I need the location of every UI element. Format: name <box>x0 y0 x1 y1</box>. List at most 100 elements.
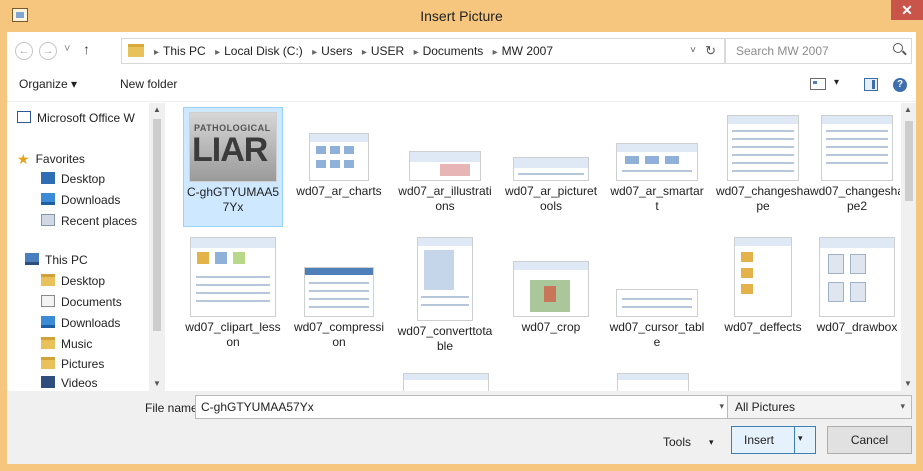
preview-pane-icon[interactable] <box>864 78 878 91</box>
thumbnail-block <box>850 254 866 274</box>
breadcrumb-user[interactable]: USER <box>371 44 404 58</box>
chevron-down-icon[interactable]: ▾ <box>719 401 724 412</box>
chevron-down-icon[interactable]: ˅ <box>690 45 696 56</box>
nav-item-pictures[interactable]: Pictures <box>41 357 104 371</box>
nav-item-label: Downloads <box>61 193 121 207</box>
file-item[interactable]: wd07_cursor_table <box>607 237 707 350</box>
file-name: wd07_crop <box>521 320 581 334</box>
image-thumbnail[interactable] <box>617 373 689 391</box>
breadcrumb-users[interactable]: Users <box>321 44 352 58</box>
organize-button[interactable]: Organize ▾ <box>19 77 77 91</box>
scrollbar-thumb[interactable] <box>153 119 161 331</box>
address-bar[interactable]: ▸ This PC ▸ Local Disk (C:) ▸ Users ▸ USER ▸… <box>121 38 725 64</box>
thumbnail-ribbon <box>822 116 892 124</box>
file-item[interactable]: wd07_ar_picturetools <box>501 107 601 214</box>
back-arrow-icon[interactable]: ← <box>15 42 33 60</box>
nav-pane-scrollbar[interactable]: ▲ ▼ <box>149 103 165 391</box>
recent-locations-icon[interactable]: ˅ <box>64 43 70 55</box>
scroll-down-icon[interactable]: ▼ <box>153 379 161 388</box>
insert-button[interactable]: Insert ▾ <box>731 426 816 454</box>
file-item[interactable]: wd07_changeshape <box>713 107 813 214</box>
word-icon <box>17 111 31 123</box>
nav-item-videos[interactable]: Videos <box>41 376 97 390</box>
file-item[interactable]: wd07_crop <box>501 237 601 335</box>
file-name-field[interactable]: C-ghGTYUMAA57Yx ▾ <box>195 395 731 419</box>
thumbnail-line <box>421 296 469 298</box>
documents-icon <box>41 295 55 307</box>
nav-item-recent-places[interactable]: Recent places <box>41 214 137 228</box>
breadcrumb-documents[interactable]: Documents <box>423 44 484 58</box>
thumbnail-line <box>621 298 693 300</box>
file-name: wd07_ar_illustrations <box>398 184 492 213</box>
scroll-up-icon[interactable]: ▲ <box>153 105 161 114</box>
close-button[interactable]: ✕ <box>891 0 923 20</box>
file-item[interactable]: wd07_deffects <box>713 237 813 335</box>
folder-icon <box>128 44 144 57</box>
thumbnail-line <box>621 306 693 308</box>
scrollbar-thumb[interactable] <box>905 121 913 201</box>
nav-item-label: Downloads <box>61 316 121 330</box>
image-thumbnail <box>821 115 893 181</box>
file-item[interactable]: wd07_clipart_lesson <box>183 237 283 350</box>
scroll-up-icon[interactable]: ▲ <box>904 105 912 114</box>
file-list: PATHOLOGICAL LIAR C-ghGTYUMAA57Yx wd07_a… <box>167 103 900 391</box>
file-type-select[interactable]: All Pictures ▾ <box>727 395 912 419</box>
image-thumbnail[interactable] <box>403 373 489 391</box>
star-icon: ★ <box>17 151 30 167</box>
file-item[interactable]: wd07_compression <box>289 237 389 350</box>
forward-arrow-icon[interactable]: → <box>39 42 57 60</box>
change-view-icon[interactable] <box>810 78 826 90</box>
search-box[interactable]: Search MW 2007 <box>725 38 912 64</box>
nav-item-label: Favorites <box>35 152 85 166</box>
file-item[interactable]: wd07_ar_illustrations <box>395 107 495 214</box>
breadcrumb-this-pc[interactable]: This PC <box>163 44 206 58</box>
tools-chevron-icon[interactable]: ▾ <box>709 437 714 448</box>
file-item[interactable]: wd07_drawbox <box>807 237 900 335</box>
thumbnail-line <box>518 173 584 175</box>
thumbnail-block <box>440 164 470 176</box>
search-icon[interactable] <box>893 43 903 53</box>
breadcrumb-mw2007[interactable]: MW 2007 <box>502 44 553 58</box>
nav-item-label: Documents <box>61 295 122 309</box>
file-item[interactable]: wd07_converttotable <box>395 237 495 354</box>
thumbnail-line <box>421 304 469 306</box>
thumbnail-line <box>732 138 794 140</box>
thumbnail-block <box>330 146 340 154</box>
file-item[interactable]: PATHOLOGICAL LIAR C-ghGTYUMAA57Yx <box>183 107 283 227</box>
breadcrumb-separator: ▸ <box>312 47 318 58</box>
help-icon[interactable]: ? <box>893 78 907 92</box>
image-thumbnail <box>513 157 589 181</box>
nav-item-documents[interactable]: Documents <box>41 295 122 309</box>
scroll-down-icon[interactable]: ▼ <box>904 379 912 388</box>
nav-item-downloads[interactable]: Downloads <box>41 193 120 207</box>
nav-item-pc-downloads[interactable]: Downloads <box>41 316 120 330</box>
new-folder-button[interactable]: New folder <box>120 77 177 91</box>
file-item[interactable]: wd07_ar_smartart <box>607 107 707 214</box>
nav-item-desktop[interactable]: Desktop <box>41 172 105 186</box>
breadcrumb-local-disk[interactable]: Local Disk (C:) <box>224 44 303 58</box>
cancel-button[interactable]: Cancel <box>827 426 912 454</box>
thumbnail-line <box>732 162 794 164</box>
nav-item-favorites[interactable]: ★ Favorites <box>17 151 85 167</box>
nav-item-microsoft-office-word[interactable]: Microsoft Office W <box>17 111 135 125</box>
view-options-chevron-icon[interactable]: ▾ <box>834 77 839 88</box>
thumbnail-block <box>828 282 844 302</box>
search-input[interactable]: Search MW 2007 <box>736 44 829 58</box>
tools-button[interactable]: Tools <box>663 435 691 449</box>
file-list-scrollbar[interactable]: ▲ ▼ <box>901 103 916 391</box>
up-arrow-icon[interactable]: ↑ <box>83 41 90 57</box>
thumbnail-line <box>196 276 270 278</box>
insert-options-chevron-icon[interactable]: ▾ <box>798 433 803 444</box>
thumbnail-line <box>621 170 693 172</box>
nav-item-music[interactable]: Music <box>41 337 92 351</box>
chevron-down-icon[interactable]: ▾ <box>900 401 905 412</box>
nav-item-label: Videos <box>61 376 98 390</box>
nav-item-pc-desktop[interactable]: Desktop <box>41 274 105 288</box>
refresh-icon[interactable]: ↻ <box>705 43 716 59</box>
thumbnail-ribbon <box>418 238 472 246</box>
nav-item-this-pc[interactable]: This PC <box>25 253 88 267</box>
thumbnail-block <box>828 254 844 274</box>
navigation-pane: Microsoft Office W ★ Favorites Desktop Do… <box>7 103 165 391</box>
file-item[interactable]: wd07_ar_charts <box>289 107 389 199</box>
file-item[interactable]: wd07_changeshape2 <box>807 107 900 214</box>
